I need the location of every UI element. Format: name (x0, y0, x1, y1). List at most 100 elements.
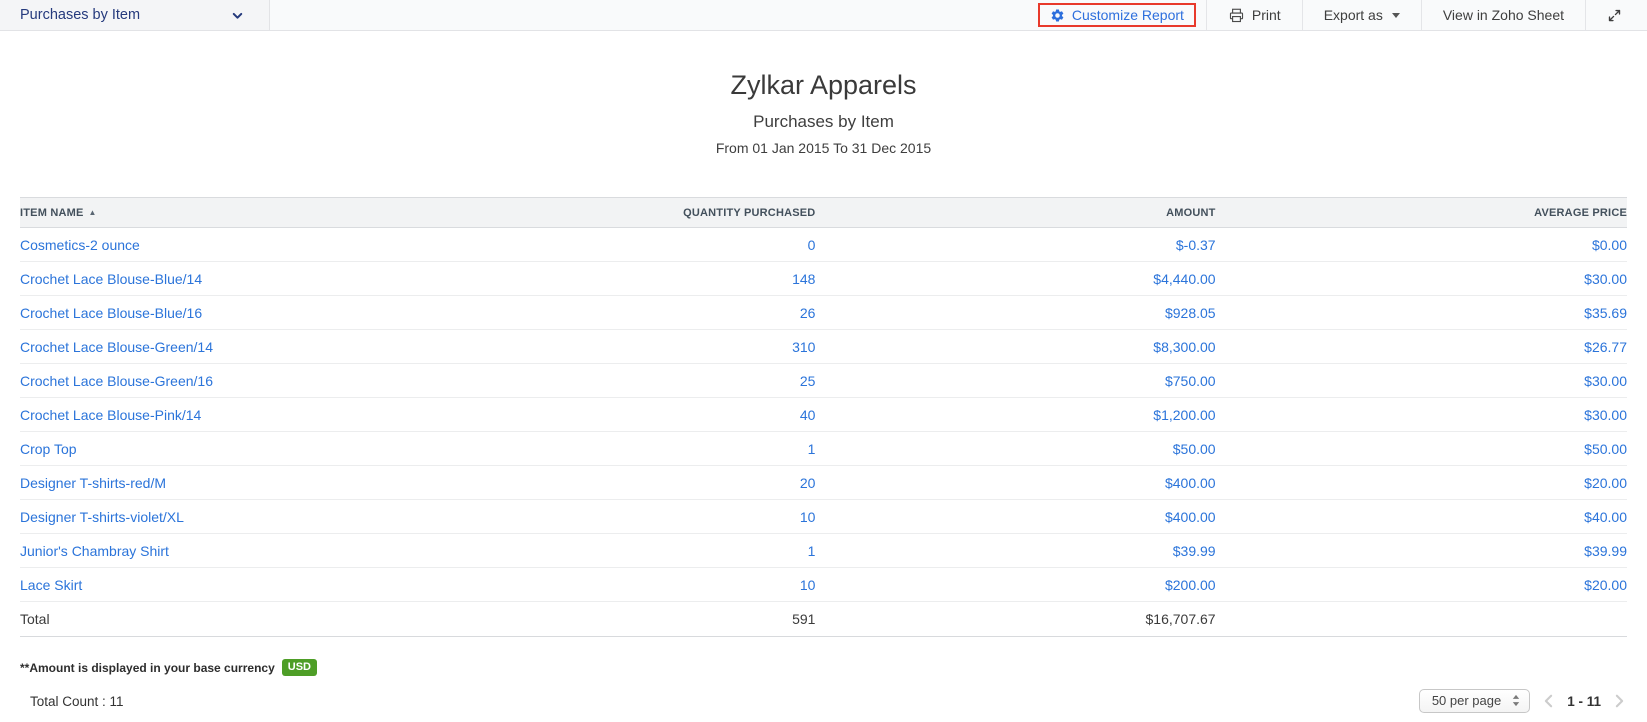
report-title: Purchases by Item (0, 112, 1647, 132)
item-name-link[interactable]: Crochet Lace Blouse-Green/16 (20, 373, 213, 389)
expand-icon (1607, 8, 1622, 23)
quantity-value[interactable]: 1 (808, 441, 816, 457)
report-title-block: Zylkar Apparels Purchases by Item From 0… (0, 69, 1647, 156)
print-label: Print (1252, 7, 1281, 23)
table-row: Crochet Lace Blouse-Pink/14 40 $1,200.00… (20, 398, 1627, 432)
item-name-link[interactable]: Crochet Lace Blouse-Green/14 (20, 339, 213, 355)
table-row: Designer T-shirts-violet/XL 10 $400.00 $… (20, 500, 1627, 534)
average-price-value[interactable]: $20.00 (1584, 577, 1627, 593)
table-row: Junior's Chambray Shirt 1 $39.99 $39.99 (20, 534, 1627, 568)
per-page-select[interactable]: 50 per page (1419, 689, 1530, 713)
table-row: Crochet Lace Blouse-Blue/14 148 $4,440.0… (20, 262, 1627, 296)
total-label: Total (20, 602, 531, 637)
page-range-label: 1 - 11 (1567, 694, 1601, 709)
column-header-item-name[interactable]: ITEM NAME▲ (20, 198, 531, 228)
item-name-link[interactable]: Designer T-shirts-red/M (20, 475, 166, 491)
average-price-value[interactable]: $40.00 (1584, 509, 1627, 525)
column-header-amount[interactable]: AMOUNT (815, 198, 1215, 228)
bottom-bar: Total Count : 11 50 per page 1 - 11 (0, 689, 1647, 713)
gear-icon (1050, 8, 1065, 23)
table-row: Cosmetics-2 ounce 0 $-0.37 $0.00 (20, 228, 1627, 262)
table-row: Crop Top 1 $50.00 $50.00 (20, 432, 1627, 466)
average-price-value[interactable]: $30.00 (1584, 271, 1627, 287)
view-in-zoho-sheet-label: View in Zoho Sheet (1443, 7, 1564, 23)
item-name-link[interactable]: Crochet Lace Blouse-Pink/14 (20, 407, 201, 423)
total-average-price (1216, 602, 1627, 637)
average-price-value[interactable]: $30.00 (1584, 373, 1627, 389)
total-amount: $16,707.67 (815, 602, 1215, 637)
amount-value[interactable]: $4,440.00 (1153, 271, 1215, 287)
toolbar-actions: Customize Report Print Export as View in… (1028, 0, 1647, 30)
table-total-row: Total 591 $16,707.67 (20, 602, 1627, 637)
quantity-value[interactable]: 25 (800, 373, 816, 389)
quantity-value[interactable]: 40 (800, 407, 816, 423)
item-name-link[interactable]: Crochet Lace Blouse-Blue/14 (20, 271, 202, 287)
quantity-value[interactable]: 310 (792, 339, 815, 355)
amount-value[interactable]: $750.00 (1165, 373, 1216, 389)
average-price-value[interactable]: $30.00 (1584, 407, 1627, 423)
report-selector-dropdown[interactable]: Purchases by Item (0, 0, 270, 30)
amount-value[interactable]: $400.00 (1165, 509, 1216, 525)
average-price-value[interactable]: $26.77 (1584, 339, 1627, 355)
currency-note-text: **Amount is displayed in your base curre… (20, 661, 275, 675)
table-row: Lace Skirt 10 $200.00 $20.00 (20, 568, 1627, 602)
average-price-value[interactable]: $20.00 (1584, 475, 1627, 491)
toolbar: Purchases by Item Customize Report Print (0, 0, 1647, 31)
print-button[interactable]: Print (1207, 0, 1302, 30)
average-price-value[interactable]: $35.69 (1584, 305, 1627, 321)
amount-value[interactable]: $-0.37 (1176, 237, 1216, 253)
quantity-value[interactable]: 10 (800, 577, 816, 593)
printer-icon (1228, 7, 1245, 24)
table-row: Crochet Lace Blouse-Green/14 310 $8,300.… (20, 330, 1627, 364)
prev-page-button[interactable] (1543, 694, 1554, 708)
report-date-range: From 01 Jan 2015 To 31 Dec 2015 (0, 140, 1647, 156)
average-price-value[interactable]: $0.00 (1592, 237, 1627, 253)
quantity-value[interactable]: 10 (800, 509, 816, 525)
customize-report-label: Customize Report (1072, 7, 1184, 23)
pagination: 50 per page 1 - 11 (1419, 689, 1625, 713)
amount-value[interactable]: $1,200.00 (1153, 407, 1215, 423)
item-name-link[interactable]: Crop Top (20, 441, 77, 457)
next-page-button[interactable] (1614, 694, 1625, 708)
currency-badge: USD (282, 659, 317, 676)
table-row: Crochet Lace Blouse-Green/16 25 $750.00 … (20, 364, 1627, 398)
table-row: Designer T-shirts-red/M 20 $400.00 $20.0… (20, 466, 1627, 500)
average-price-value[interactable]: $50.00 (1584, 441, 1627, 457)
table-body: Cosmetics-2 ounce 0 $-0.37 $0.00 Crochet… (20, 228, 1627, 602)
amount-value[interactable]: $8,300.00 (1153, 339, 1215, 355)
amount-value[interactable]: $50.00 (1173, 441, 1216, 457)
total-quantity: 591 (531, 602, 815, 637)
expand-fullscreen-button[interactable] (1586, 0, 1622, 30)
amount-value[interactable]: $200.00 (1165, 577, 1216, 593)
column-header-quantity-purchased[interactable]: QUANTITY PURCHASED (531, 198, 815, 228)
amount-value[interactable]: $400.00 (1165, 475, 1216, 491)
total-count-label: Total Count : 11 (30, 694, 124, 709)
quantity-value[interactable]: 1 (808, 543, 816, 559)
item-name-link[interactable]: Lace Skirt (20, 577, 82, 593)
table-header-row: ITEM NAME▲ QUANTITY PURCHASED AMOUNT AVE… (20, 198, 1627, 228)
item-name-link[interactable]: Cosmetics-2 ounce (20, 237, 140, 253)
table-row: Crochet Lace Blouse-Blue/16 26 $928.05 $… (20, 296, 1627, 330)
sort-ascending-icon: ▲ (89, 208, 97, 217)
caret-down-icon (1392, 13, 1400, 18)
select-stepper-icon (1512, 694, 1520, 707)
report-table-wrap: ITEM NAME▲ QUANTITY PURCHASED AMOUNT AVE… (0, 197, 1647, 637)
item-name-link[interactable]: Junior's Chambray Shirt (20, 543, 169, 559)
column-header-average-price[interactable]: AVERAGE PRICE (1216, 198, 1627, 228)
quantity-value[interactable]: 0 (808, 237, 816, 253)
company-name: Zylkar Apparels (0, 69, 1647, 101)
amount-value[interactable]: $928.05 (1165, 305, 1216, 321)
report-selector-label: Purchases by Item (20, 7, 140, 23)
item-name-link[interactable]: Designer T-shirts-violet/XL (20, 509, 184, 525)
quantity-value[interactable]: 26 (800, 305, 816, 321)
average-price-value[interactable]: $39.99 (1584, 543, 1627, 559)
per-page-label: 50 per page (1432, 693, 1501, 708)
quantity-value[interactable]: 148 (792, 271, 815, 287)
customize-report-button[interactable]: Customize Report (1038, 3, 1196, 27)
export-as-button[interactable]: Export as (1303, 0, 1421, 30)
quantity-value[interactable]: 20 (800, 475, 816, 491)
amount-value[interactable]: $39.99 (1173, 543, 1216, 559)
export-as-label: Export as (1324, 7, 1383, 23)
item-name-link[interactable]: Crochet Lace Blouse-Blue/16 (20, 305, 202, 321)
view-in-zoho-sheet-button[interactable]: View in Zoho Sheet (1422, 0, 1585, 30)
